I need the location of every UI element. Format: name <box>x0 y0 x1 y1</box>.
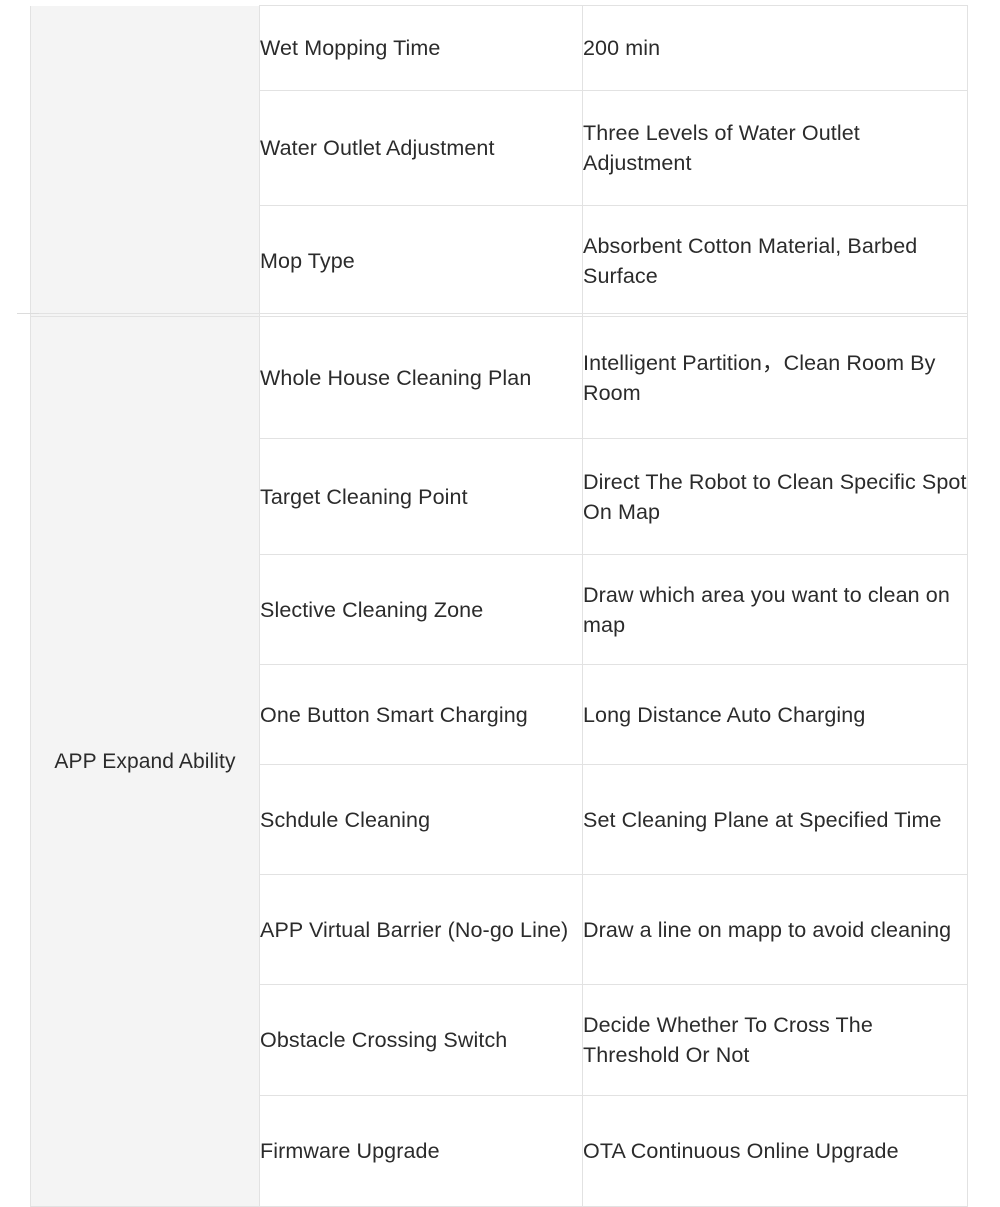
feature-name-text: Firmware Upgrade <box>260 1139 440 1163</box>
feature-value-text: Draw a line on mapp to avoid cleaning <box>583 917 952 942</box>
specification-table: Wet Mopping Time 200 min Water Outlet Ad… <box>30 5 968 1207</box>
feature-name-text: Target Cleaning Point <box>260 484 468 509</box>
feature-value-cell: Draw which area you want to clean on map <box>582 554 968 665</box>
table-row: Wet Mopping Time 200 min <box>30 5 968 317</box>
feature-name-cell: Slective Cleaning Zone <box>259 554 583 665</box>
feature-value-text: Direct The Robot to Clean Specific Spot … <box>583 469 967 524</box>
specification-sheet: Wet Mopping Time 200 min Water Outlet Ad… <box>0 0 1000 1207</box>
feature-name-text: Whole House Cleaning Plan <box>260 365 532 390</box>
feature-value-cell: Three Levels of Water Outlet Adjustment <box>582 90 968 206</box>
feature-name-text: Mop Type <box>260 249 355 273</box>
feature-name-cell: One Button Smart Charging <box>259 664 583 765</box>
feature-name-cell: Firmware Upgrade <box>259 1095 583 1207</box>
feature-value-cell: Set Cleaning Plane at Specified Time <box>582 764 968 875</box>
feature-value-text: Three Levels of Water Outlet Adjustment <box>583 121 860 175</box>
feature-value-text: Draw which area you want to clean on map <box>583 582 950 637</box>
feature-value-cell: Absorbent Cotton Material, Barbed Surfac… <box>582 205 968 317</box>
feature-value-cell: Direct The Robot to Clean Specific Spot … <box>582 438 968 555</box>
category-group-divider <box>17 313 967 314</box>
category-cell-app-expand-ability: APP Expand Ability <box>30 316 260 1207</box>
category-cell-group-0 <box>30 5 260 317</box>
feature-name-text: Water Outlet Adjustment <box>260 136 495 160</box>
feature-name-text: One Button Smart Charging <box>260 702 528 727</box>
feature-name-text: Slective Cleaning Zone <box>260 597 484 622</box>
feature-value-text: 200 min <box>583 36 661 60</box>
category-group-divider-stub <box>17 313 39 314</box>
feature-name-cell: Target Cleaning Point <box>259 438 583 555</box>
feature-value-text: Absorbent Cotton Material, Barbed Surfac… <box>583 234 918 288</box>
feature-value-cell: 200 min <box>582 5 968 91</box>
feature-name-text: Obstacle Crossing Switch <box>260 1028 508 1052</box>
feature-name-cell: Schdule Cleaning <box>259 764 583 875</box>
feature-value-text: OTA Continuous Online Upgrade <box>583 1139 899 1163</box>
feature-name-cell: Whole House Cleaning Plan <box>259 316 583 439</box>
feature-value-cell: Decide Whether To Cross The Threshold Or… <box>582 984 968 1096</box>
feature-name-text: APP Virtual Barrier (No-go Line) <box>260 917 569 942</box>
feature-name-text: Wet Mopping Time <box>260 36 441 60</box>
feature-value-text: Intelligent Partition，Clean Room By Room <box>583 350 936 405</box>
category-label: APP Expand Ability <box>54 750 236 773</box>
feature-name-cell: APP Virtual Barrier (No-go Line) <box>259 874 583 985</box>
feature-value-cell: OTA Continuous Online Upgrade <box>582 1095 968 1207</box>
feature-value-cell: Draw a line on mapp to avoid cleaning <box>582 874 968 985</box>
feature-value-cell: Intelligent Partition，Clean Room By Room <box>582 316 968 439</box>
table-row: APP Expand Ability Whole House Cleaning … <box>30 316 968 1207</box>
feature-name-cell: Water Outlet Adjustment <box>259 90 583 206</box>
feature-value-text: Set Cleaning Plane at Specified Time <box>583 807 942 832</box>
feature-name-cell: Obstacle Crossing Switch <box>259 984 583 1096</box>
feature-name-cell: Wet Mopping Time <box>259 5 583 91</box>
feature-name-text: Schdule Cleaning <box>260 807 431 832</box>
feature-name-cell: Mop Type <box>259 205 583 317</box>
feature-value-text: Decide Whether To Cross The Threshold Or… <box>583 1013 873 1067</box>
feature-value-cell: Long Distance Auto Charging <box>582 664 968 765</box>
feature-value-text: Long Distance Auto Charging <box>583 702 866 727</box>
